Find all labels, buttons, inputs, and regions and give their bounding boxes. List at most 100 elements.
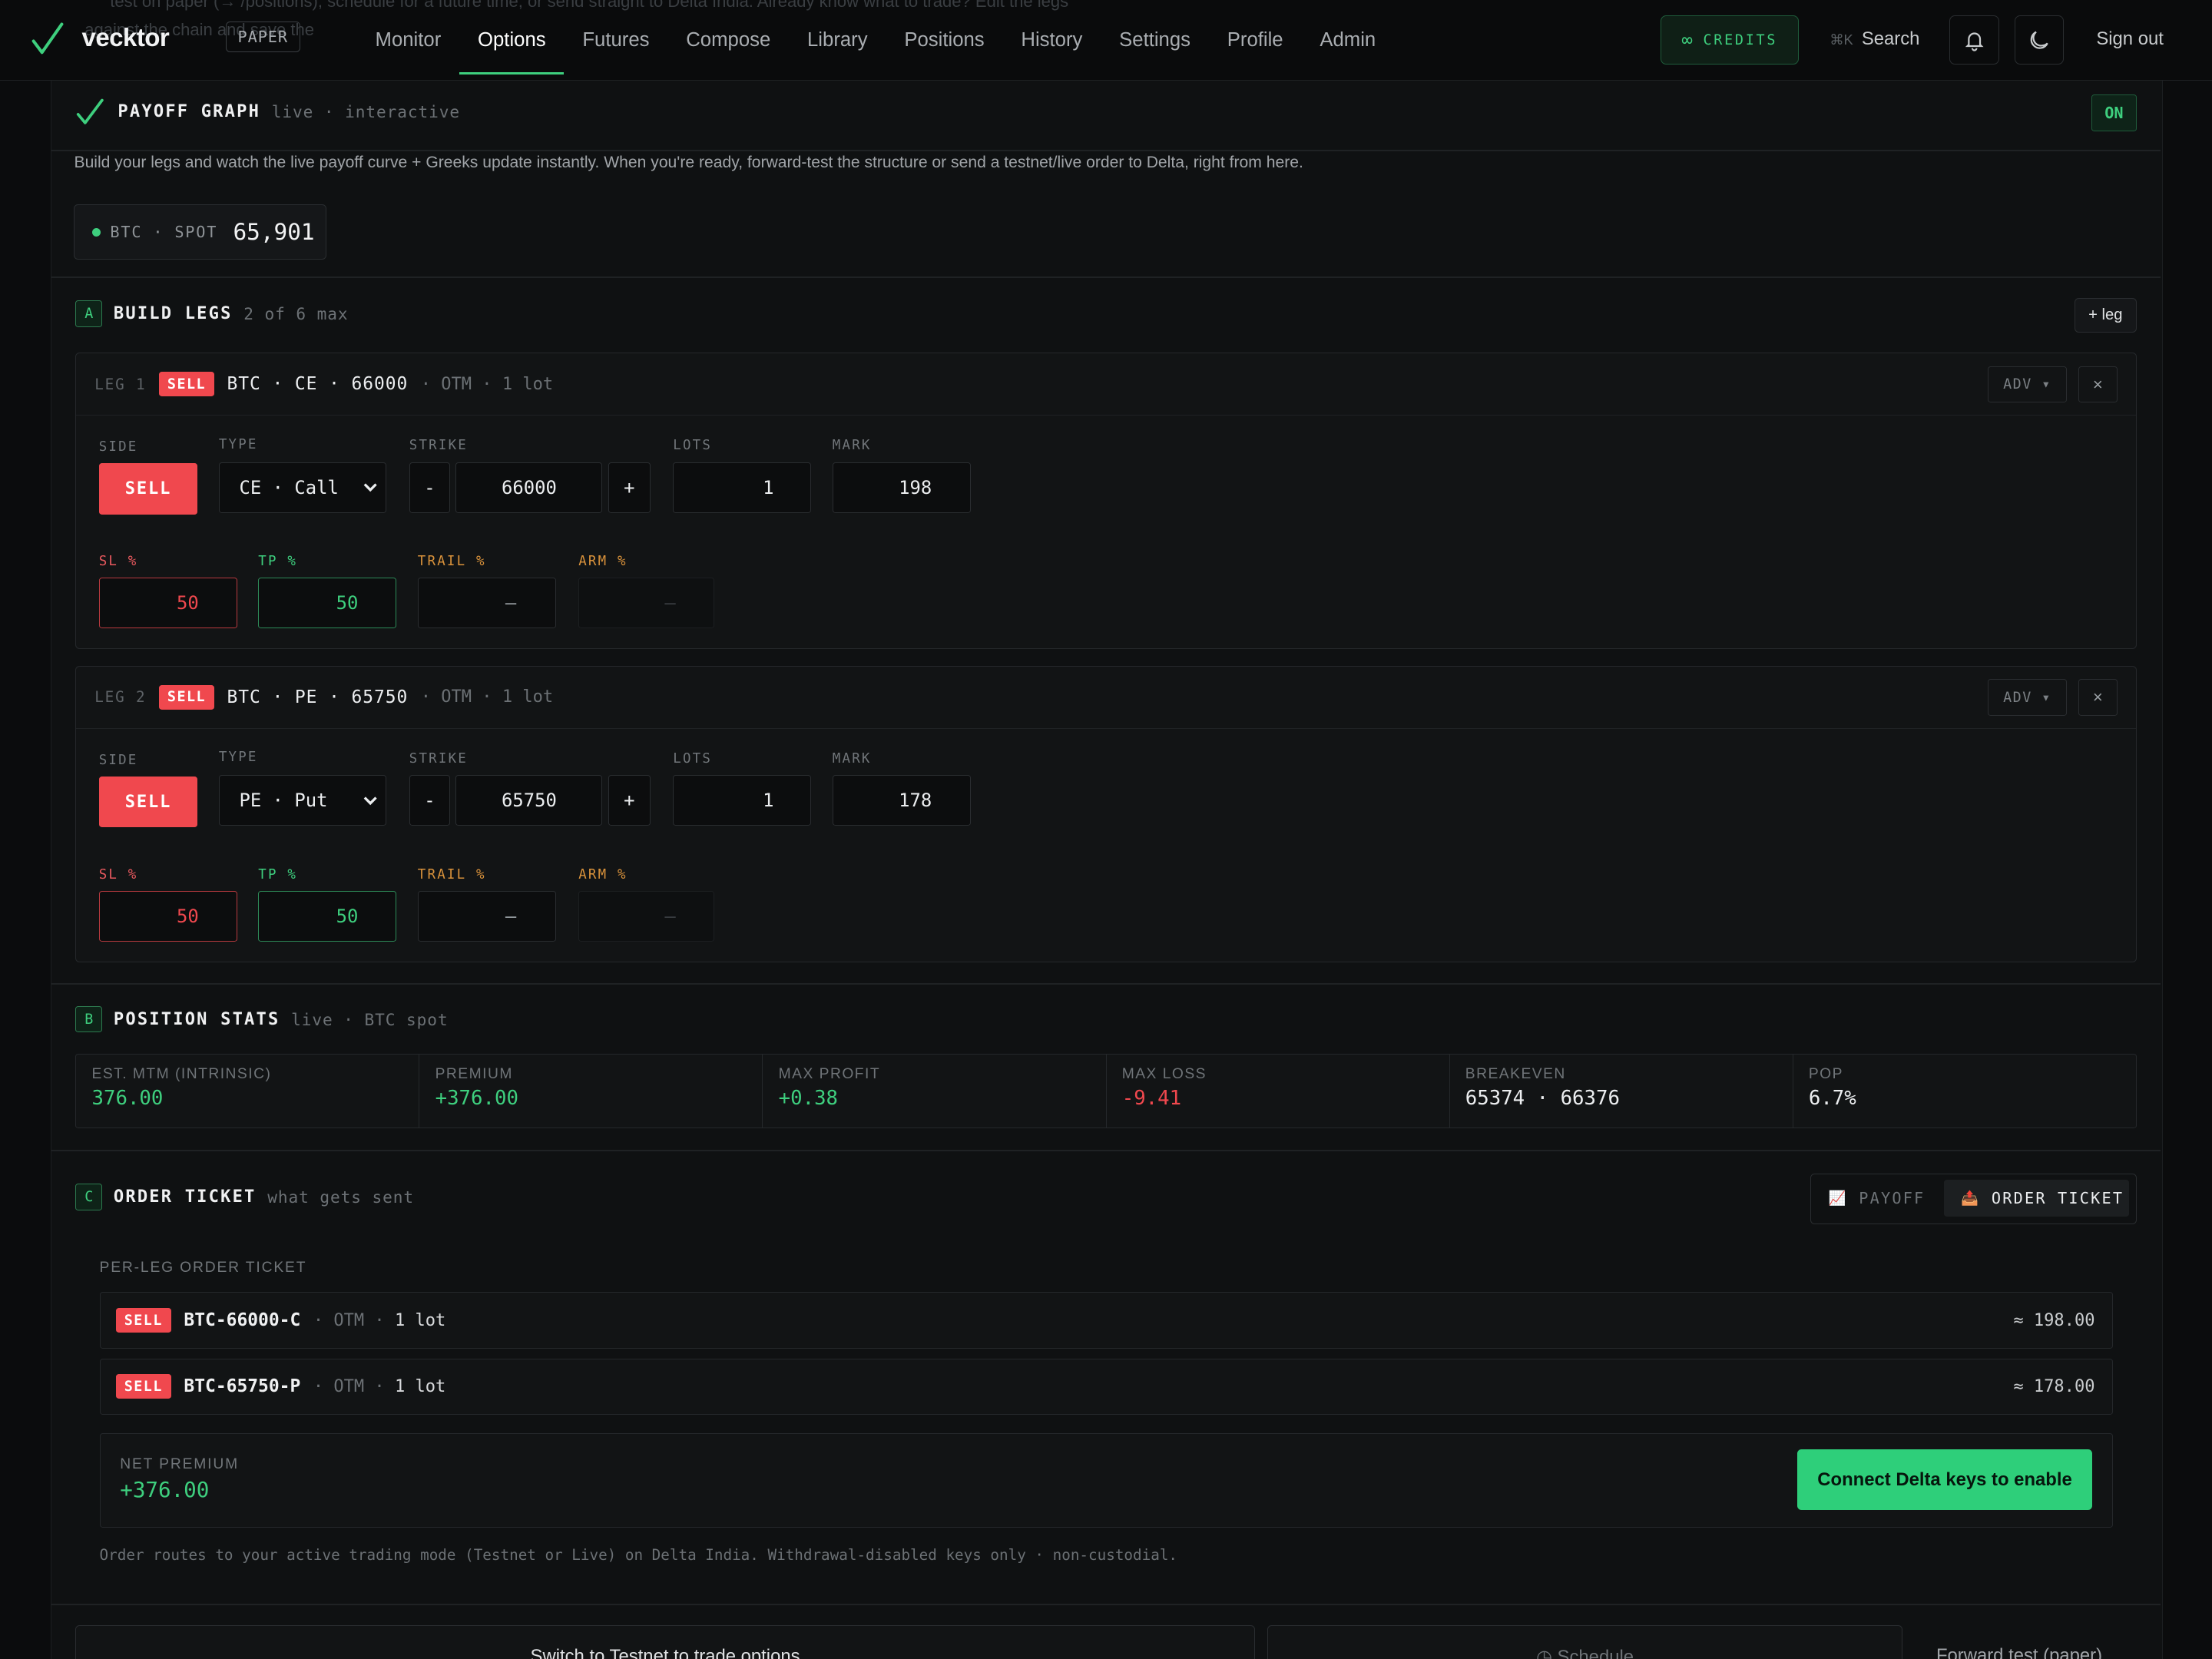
section-letter-badge: A: [75, 300, 103, 328]
order-lots: 1 lot: [394, 1310, 446, 1330]
nav-item-compose[interactable]: Compose: [667, 0, 789, 81]
per-leg-label: PER-LEG ORDER TICKET: [99, 1260, 307, 1277]
type-value: PE · Put: [239, 790, 328, 812]
side-label: SIDE: [98, 439, 138, 455]
theme-toggle-button[interactable]: [2014, 15, 2065, 65]
adv-dropdown[interactable]: ADV ▾: [1988, 679, 2067, 717]
position-stats-subtitle: live · BTC spot: [291, 1009, 449, 1029]
type-select[interactable]: PE · Put: [218, 775, 387, 826]
strike-increment-button[interactable]: +: [608, 775, 651, 826]
sl-input[interactable]: 50: [98, 578, 237, 629]
stat-pop: POP 6.7%: [1793, 1055, 2136, 1128]
search-label: Search: [1861, 28, 1920, 49]
net-premium-value: +376.00: [120, 1478, 210, 1503]
sign-out-link[interactable]: Sign out: [2096, 28, 2164, 50]
side-toggle-button[interactable]: SELL: [98, 463, 198, 515]
trail-input[interactable]: —: [417, 578, 556, 629]
mode-badge: PAPER: [225, 21, 300, 53]
arm-input[interactable]: —: [578, 890, 714, 942]
remove-leg-button[interactable]: ×: [2078, 679, 2118, 717]
moon-icon: [2030, 31, 2048, 49]
lots-label: LOTS: [673, 438, 713, 454]
switch-testnet-button[interactable]: Switch to Testnet to trade options: [75, 1624, 1255, 1659]
strike-decrement-button[interactable]: -: [409, 775, 451, 826]
side-pill: SELL: [158, 372, 215, 397]
nav-item-positions[interactable]: Positions: [886, 0, 1002, 81]
order-moneyness: OTM: [333, 1376, 365, 1396]
strike-decrement-button[interactable]: -: [409, 462, 451, 513]
forward-test-button[interactable]: Forward test (paper): [1936, 1645, 2102, 1659]
nav-item-settings[interactable]: Settings: [1101, 0, 1209, 81]
tab-label: PAYOFF: [1859, 1189, 1926, 1208]
main-panel: PAYOFF GRAPH live · interactive ON Build…: [51, 80, 2163, 1659]
payoff-title: PAYOFF GRAPH: [118, 101, 261, 121]
build-legs-header: A BUILD LEGS 2 of 6 max: [75, 300, 348, 328]
nav-item-profile[interactable]: Profile: [1209, 0, 1302, 81]
leg-header: LEG 1 SELL BTC · CE · 66000 · OTM · 1 lo…: [76, 353, 2136, 416]
type-label: TYPE: [218, 750, 258, 766]
leg-meta: · OTM · 1 lot: [420, 687, 554, 707]
stat-breakeven: BREAKEVEN 65374 · 66376: [1450, 1055, 1793, 1128]
leg-number: LEG 1: [94, 375, 147, 393]
nav-item-library[interactable]: Library: [789, 0, 886, 81]
stat-value: 376.00: [91, 1087, 164, 1111]
remove-leg-button[interactable]: ×: [2078, 366, 2118, 403]
order-row: SELL BTC-66000-C · OTM · 1 lot ≈ 198.00: [99, 1292, 2113, 1349]
type-label: TYPE: [218, 436, 258, 452]
bell-icon: [1965, 32, 1984, 51]
order-symbol: BTC-66000-C: [184, 1310, 301, 1331]
brand[interactable]: vecktor: [31, 20, 170, 57]
arm-label: ARM %: [578, 866, 628, 882]
trail-label: TRAIL %: [417, 553, 486, 569]
strike-input[interactable]: 66000: [455, 462, 603, 513]
view-tabs: 📈 PAYOFF 📤 ORDER TICKET: [1810, 1174, 2137, 1225]
stat-label: PREMIUM: [435, 1065, 513, 1082]
tp-label: TP %: [258, 553, 298, 569]
strike-increment-button[interactable]: +: [608, 462, 651, 513]
type-select[interactable]: CE · Call: [218, 462, 387, 513]
strike-label: STRIKE: [409, 438, 468, 454]
order-row: SELL BTC-65750-P · OTM · 1 lot ≈ 178.00: [99, 1358, 2113, 1416]
nav-item-options[interactable]: Options: [459, 0, 565, 81]
lots-input[interactable]: 1: [673, 462, 812, 513]
trail-input[interactable]: —: [417, 890, 556, 942]
mark-input[interactable]: 198: [832, 462, 971, 513]
credits-button[interactable]: ∞ CREDITS: [1660, 15, 1799, 65]
order-ticket-header: C ORDER TICKET what gets sent: [75, 1183, 414, 1210]
tab-payoff[interactable]: 📈 PAYOFF: [1829, 1180, 1926, 1217]
search-button[interactable]: ⌘K Search: [1830, 28, 1919, 50]
chart-icon: 📈: [1828, 1190, 1848, 1207]
arm-input[interactable]: —: [578, 578, 714, 629]
stat-value: +376.00: [435, 1087, 518, 1111]
credits-label: CREDITS: [1703, 31, 1778, 48]
nav-item-futures[interactable]: Futures: [564, 0, 667, 81]
nav-item-monitor[interactable]: Monitor: [357, 0, 459, 81]
payoff-on-toggle[interactable]: ON: [2091, 94, 2137, 131]
stat-premium: PREMIUM +376.00: [419, 1055, 763, 1128]
stat-label: BREAKEVEN: [1465, 1065, 1566, 1082]
add-leg-button[interactable]: + leg: [2074, 297, 2137, 333]
tp-input[interactable]: 50: [258, 578, 397, 629]
strike-input[interactable]: 65750: [455, 775, 603, 826]
tp-input[interactable]: 50: [258, 890, 397, 942]
build-legs-title: BUILD LEGS: [113, 304, 233, 324]
tab-order-ticket[interactable]: 📤 ORDER TICKET: [1944, 1180, 2129, 1217]
mark-label: MARK: [832, 438, 872, 454]
stat-max-loss: MAX LOSS -9.41: [1107, 1055, 1450, 1128]
net-premium-box: NET PREMIUM +376.00 Connect Delta keys t…: [99, 1433, 2113, 1528]
sl-label: SL %: [98, 866, 138, 882]
nav-item-admin[interactable]: Admin: [1301, 0, 1394, 81]
sl-input[interactable]: 50: [98, 890, 237, 942]
mark-input[interactable]: 178: [832, 775, 971, 826]
stat-est-mtm: EST. MTM (INTRINSIC) 376.00: [76, 1055, 420, 1128]
payoff-header: PAYOFF GRAPH live · interactive: [75, 96, 460, 127]
schedule-button[interactable]: ◷ Schedule: [1267, 1624, 1902, 1659]
stat-value: 65374 · 66376: [1465, 1087, 1620, 1111]
nav-items: Monitor Options Futures Compose Library …: [357, 0, 1394, 81]
notifications-button[interactable]: [1949, 15, 1999, 65]
connect-delta-keys-button[interactable]: Connect Delta keys to enable: [1797, 1449, 2092, 1511]
side-toggle-button[interactable]: SELL: [98, 777, 198, 828]
lots-input[interactable]: 1: [673, 775, 812, 826]
nav-item-history[interactable]: History: [1003, 0, 1101, 81]
adv-dropdown[interactable]: ADV ▾: [1988, 366, 2067, 403]
